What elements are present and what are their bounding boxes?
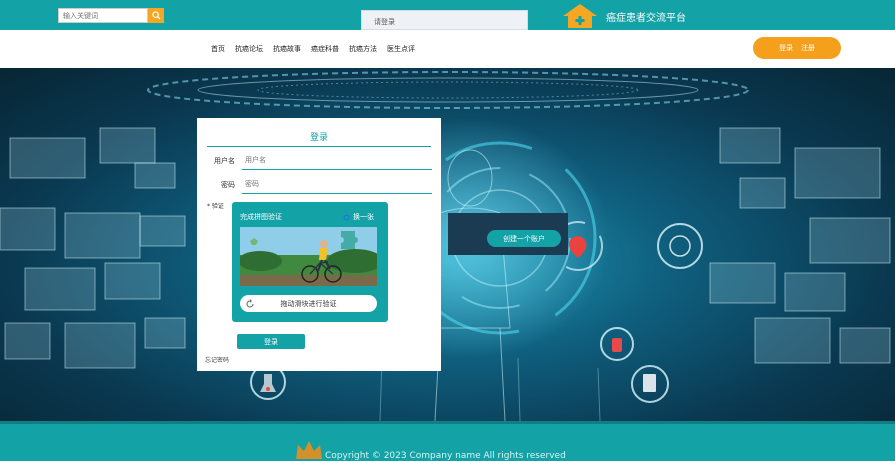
login-submit-button[interactable]: 登录 (237, 334, 305, 349)
password-field[interactable] (242, 177, 432, 191)
crown-icon (296, 441, 322, 459)
search-button[interactable] (148, 8, 164, 23)
main-nav: 首页 抗癌论坛 抗癌故事 癌症科普 抗癌方法 医生点评 (211, 44, 415, 54)
register-panel: 创建一个账户 (448, 213, 568, 255)
captcha-slider[interactable]: 拖动滑块进行验证 (240, 295, 377, 312)
captcha-image (240, 227, 377, 286)
refresh-icon (245, 298, 254, 308)
login-register-button[interactable]: 登录 注册 (753, 37, 841, 59)
forgot-password-link[interactable]: 忘记密码 (205, 355, 229, 364)
password-underline (242, 193, 432, 194)
refresh-icon (343, 214, 350, 220)
captcha-refresh-button[interactable]: 换一张 (343, 212, 374, 222)
nav-item-doctors[interactable]: 医生点评 (387, 44, 415, 54)
nav-item-science[interactable]: 癌症科普 (311, 44, 339, 54)
password-label: 密码 (221, 181, 235, 189)
captcha-refresh-label: 换一张 (353, 213, 374, 221)
captcha-title: 完成拼图验证 (240, 213, 282, 221)
search-box (58, 8, 164, 23)
footer-copyright: Copyright © 2023 Company name All rights… (325, 451, 566, 461)
nav-bar: 首页 抗癌论坛 抗癌故事 癌症科普 抗癌方法 医生点评 登录 注册 (0, 30, 895, 68)
notice-box: 请登录 (361, 10, 528, 30)
header-register-link[interactable]: 注册 (801, 43, 815, 53)
top-bar: 请登录 癌症患者交流平台 (0, 0, 895, 30)
brand[interactable]: 癌症患者交流平台 (562, 3, 686, 29)
username-underline (242, 169, 432, 170)
username-field[interactable] (242, 153, 432, 167)
login-title: 登录 (309, 133, 328, 143)
slider-hint: 拖动滑块进行验证 (280, 299, 337, 308)
footer-divider (0, 421, 895, 424)
footer: Copyright © 2023 Company name All rights… (0, 421, 895, 461)
slider-handle[interactable] (243, 297, 256, 310)
brand-title: 癌症患者交流平台 (606, 12, 686, 24)
username-label: 用户名 (214, 157, 235, 165)
captcha-panel: 完成拼图验证 换一张 拖动滑块进行验证 (232, 202, 388, 322)
login-card: 登录 用户名 密码 * 验证 完成拼图验证 换一张 (197, 118, 441, 371)
create-account-button[interactable]: 创建一个账户 (487, 230, 561, 247)
captcha-label: * 验证 (207, 203, 224, 210)
nav-item-stories[interactable]: 抗癌故事 (273, 44, 301, 54)
nav-item-home[interactable]: 首页 (211, 44, 225, 54)
nav-item-forum[interactable]: 抗癌论坛 (235, 44, 263, 54)
notice-text: 请登录 (374, 18, 395, 26)
house-plus-icon (563, 4, 597, 28)
header-login-link[interactable]: 登录 (779, 43, 793, 53)
search-icon (151, 11, 161, 20)
login-title-divider (207, 146, 431, 147)
search-input[interactable] (58, 8, 148, 23)
nav-item-methods[interactable]: 抗癌方法 (349, 44, 377, 54)
